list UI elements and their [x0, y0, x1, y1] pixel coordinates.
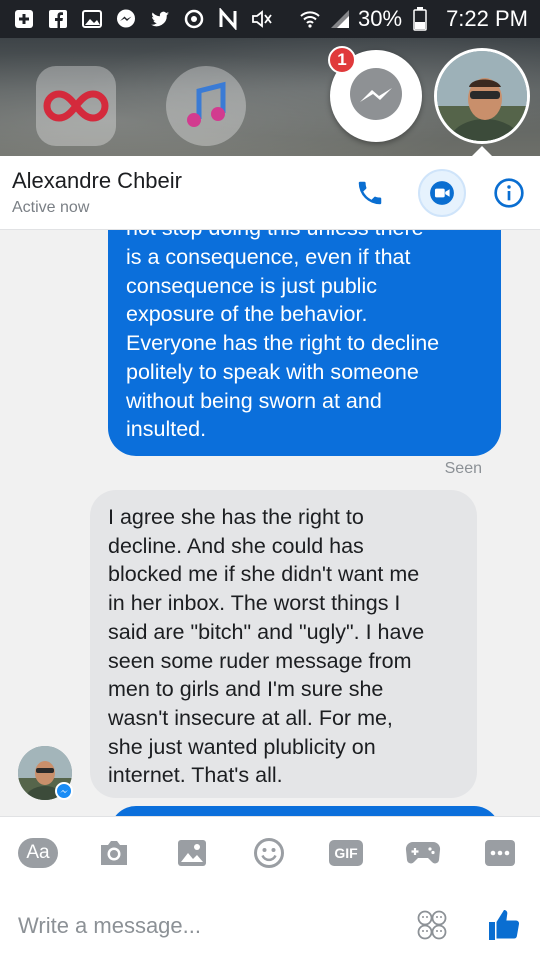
like-button[interactable]: [484, 905, 524, 945]
message-list[interactable]: not stop doing this unless there is a co…: [0, 230, 540, 816]
messenger-icon: [114, 7, 138, 31]
twitter-icon: [148, 7, 172, 31]
contact-chat-head[interactable]: [434, 48, 530, 144]
music-app-icon[interactable]: [166, 66, 246, 146]
signal-icon: [328, 7, 352, 31]
incoming-message[interactable]: I agree she has the right to decline. An…: [90, 490, 477, 798]
chat-heads-area: 1: [0, 38, 540, 156]
unread-badge: 1: [328, 46, 356, 74]
message-line: not stop doing this unless there: [126, 230, 483, 243]
message-line: without being sworn at and: [126, 388, 382, 413]
message-line: exposure of the behavior.: [126, 302, 368, 327]
gallery-button[interactable]: [170, 831, 214, 875]
mute-icon: [250, 7, 274, 31]
seen-receipt: Seen: [444, 460, 482, 477]
status-bar: 30% 7:22 PM: [0, 0, 540, 38]
image-icon: [80, 7, 104, 31]
plus-box-icon: [12, 7, 36, 31]
composer-toolbar: Aa GIF: [0, 831, 540, 875]
wifi-icon: [298, 7, 322, 31]
message-line: Everyone has the right to decline: [126, 331, 440, 356]
message-line: blocked me if she didn't want me: [108, 562, 420, 587]
video-camera-icon: [430, 181, 454, 205]
battery-icon: [408, 7, 432, 31]
clock: 7:22 PM: [446, 6, 528, 31]
outgoing-message[interactable]: not stop doing this unless there is a co…: [108, 230, 501, 456]
thumbs-up-icon: [489, 910, 520, 940]
message-line: she just wanted plublicity on: [108, 734, 376, 759]
message-line: men to girls and I'm sure she: [108, 677, 384, 702]
message-line: seen some ruder message from: [108, 648, 412, 673]
info-icon: [494, 178, 524, 208]
composer: Aa GIF: [0, 816, 540, 960]
message-line: insulted.: [126, 417, 207, 442]
sticker-button[interactable]: [247, 831, 291, 875]
message-line: internet. That's all.: [108, 763, 283, 788]
games-button[interactable]: [401, 831, 445, 875]
active-status: Active now: [12, 199, 90, 216]
camera-icon: [101, 841, 127, 865]
phone-icon: [358, 181, 382, 205]
notification-icons: [12, 7, 274, 31]
smiley-icon: [254, 838, 284, 868]
system-status: 30% 7:22 PM: [298, 6, 528, 32]
info-button[interactable]: [485, 169, 533, 217]
video-call-button[interactable]: [418, 169, 466, 217]
gif-button[interactable]: GIF: [324, 831, 368, 875]
message-line: in her inbox. The worst things I: [108, 591, 401, 616]
message-line: wasn't insecure at all. For me,: [108, 705, 393, 730]
aa-label: Aa: [18, 838, 58, 868]
emoji-button[interactable]: [412, 905, 452, 945]
message-line: consequence is just public: [126, 273, 377, 298]
message-line: decline. And she could has: [108, 533, 364, 558]
gif-label: GIF: [329, 840, 363, 866]
message-line: is a consequence, even if that: [126, 245, 411, 270]
facebook-icon: [46, 7, 70, 31]
text-format-button[interactable]: Aa: [16, 831, 60, 875]
infinity-app-icon[interactable]: [36, 66, 116, 146]
camera-button[interactable]: [92, 831, 136, 875]
call-button[interactable]: [346, 169, 394, 217]
contact-name[interactable]: Alexandre Chbeir: [12, 168, 182, 194]
battery-percent: 30%: [358, 6, 403, 31]
messenger-icon: [350, 68, 402, 120]
nfc-icon: [216, 7, 240, 31]
conversation-header: Alexandre Chbeir Active now: [0, 156, 540, 230]
message-line: I agree she has the right to: [108, 505, 364, 529]
message-line: said are "bitch" and "ugly". I have: [108, 619, 425, 644]
outgoing-message-partial[interactable]: [110, 806, 500, 816]
more-button[interactable]: [478, 831, 522, 875]
emoji-grid-icon: [417, 910, 447, 940]
more-icon: [485, 840, 515, 866]
gamepad-icon: [405, 841, 441, 864]
message-input[interactable]: [18, 909, 398, 943]
messenger-badge-icon: [55, 782, 73, 800]
image-icon: [178, 840, 206, 866]
sync-icon: [182, 7, 206, 31]
message-line: politely to speak with someone: [126, 359, 419, 384]
